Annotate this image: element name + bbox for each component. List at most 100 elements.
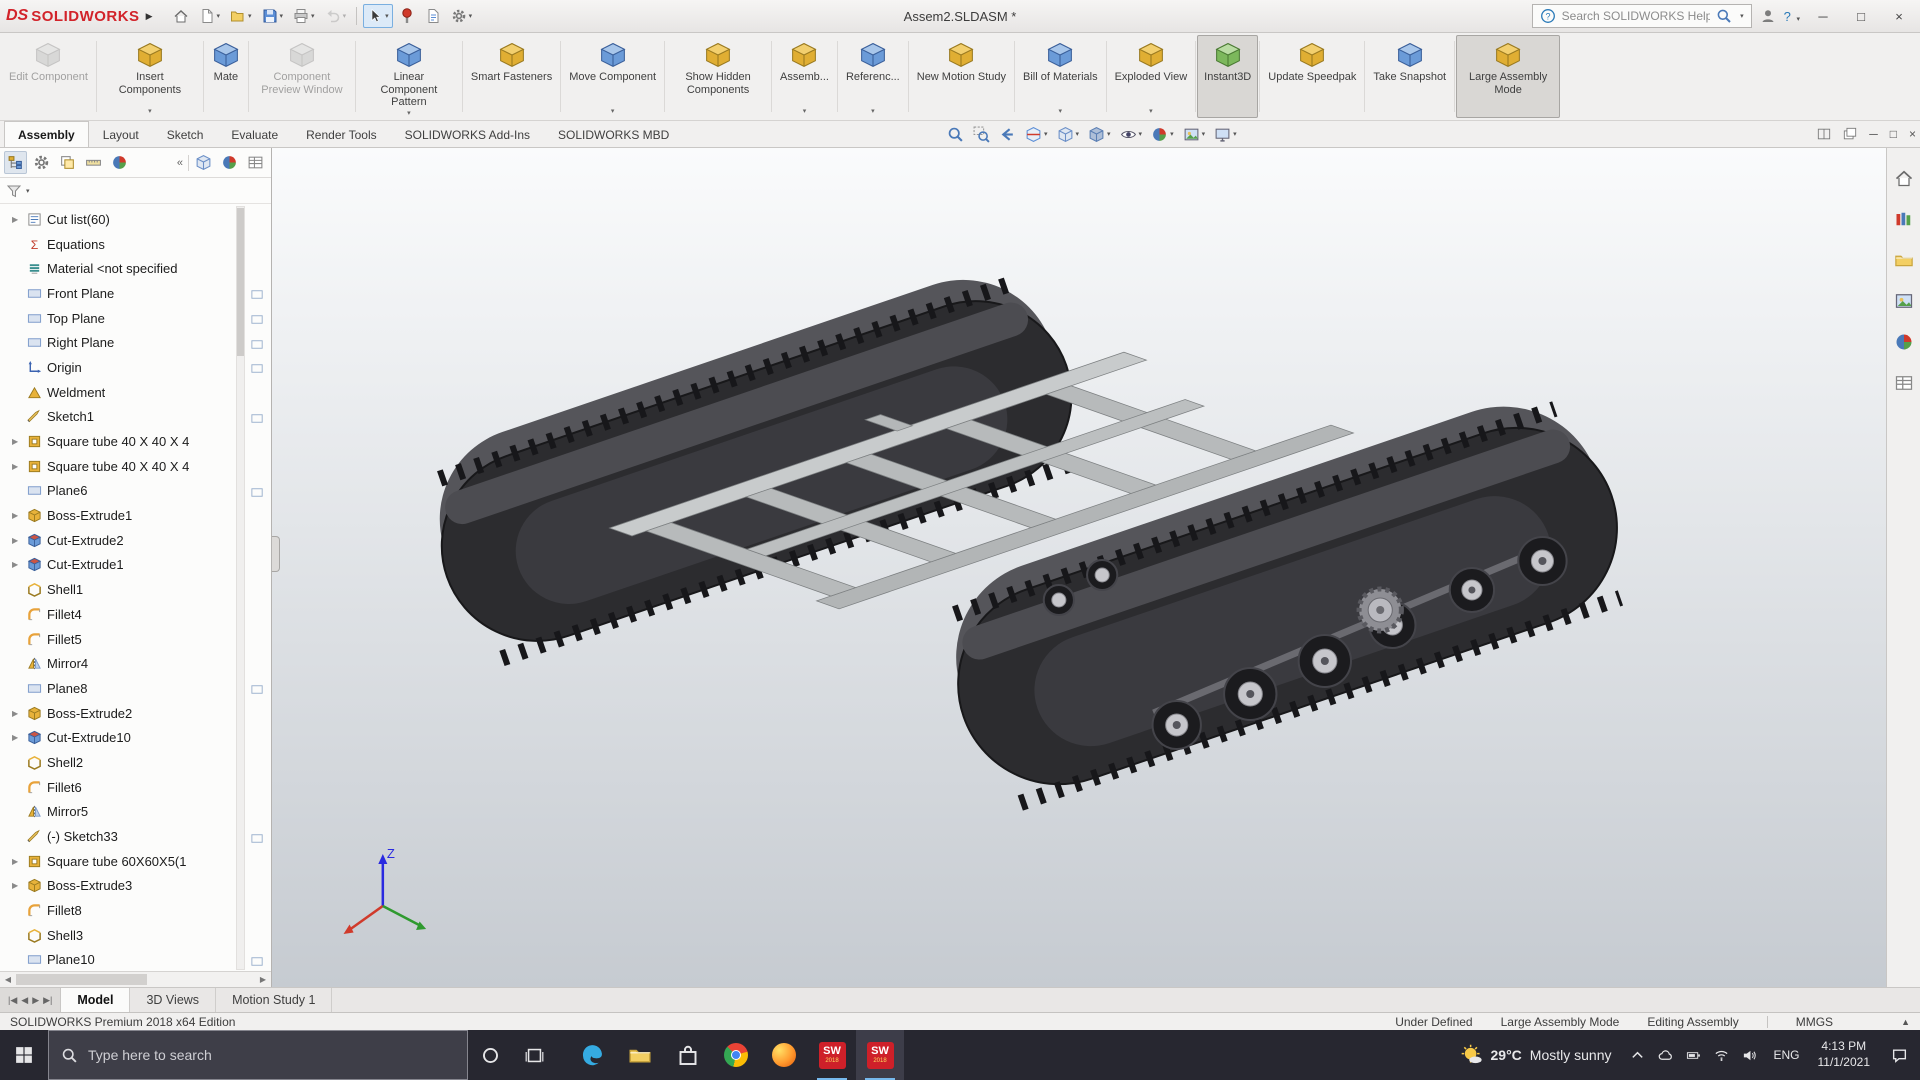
command-tab-layout[interactable]: Layout <box>89 121 153 147</box>
qat-rebuild-button[interactable] <box>395 4 419 28</box>
ribbon-button-referenc[interactable]: Referenc...▾ <box>839 35 907 118</box>
qat-select-button[interactable]: ▾ <box>363 4 393 28</box>
view-orientation-button[interactable]: ▾ <box>1055 125 1082 144</box>
start-button[interactable] <box>0 1030 48 1080</box>
panel-splitter-handle[interactable] <box>272 536 280 572</box>
dropdown-arrow-icon[interactable]: ▾ <box>280 12 284 20</box>
qat-home-button[interactable] <box>169 4 193 28</box>
zoom-to-fit-button[interactable] <box>945 125 966 144</box>
task-pane-appearances-scenes-button[interactable] <box>1894 332 1914 357</box>
next-tab-arrow-icon[interactable]: ▶ <box>32 995 39 1006</box>
task-pane-solidworks-resources-button[interactable] <box>1894 168 1914 193</box>
expand-arrow-icon[interactable]: ▶ <box>12 733 27 742</box>
scrollbar-track[interactable] <box>16 972 255 987</box>
document-tab-model[interactable]: Model <box>61 988 130 1012</box>
doc-restore-button[interactable]: □ <box>1890 127 1897 141</box>
doc-minimize-button[interactable]: ─ <box>1869 127 1878 141</box>
expand-arrow-icon[interactable]: ▶ <box>12 709 27 718</box>
tray-chevron-up-button[interactable] <box>1623 1048 1651 1063</box>
document-tab-motion-study-1[interactable]: Motion Study 1 <box>216 988 332 1012</box>
task-pane-custom-properties-button[interactable] <box>1894 373 1914 398</box>
ribbon-button-assemb[interactable]: Assemb...▾ <box>773 35 836 118</box>
ribbon-button-insert-components[interactable]: Insert Components▾ <box>98 35 202 118</box>
doc-close-button[interactable]: × <box>1909 127 1916 141</box>
command-tab-render-tools[interactable]: Render Tools <box>292 121 391 147</box>
expand-arrow-icon[interactable]: ▶ <box>12 437 27 446</box>
expand-arrow-icon[interactable]: ▶ <box>12 462 27 471</box>
tree-item-boss-extrude3[interactable]: ▶Boss-Extrude3 <box>0 874 271 899</box>
dropdown-arrow-icon[interactable]: ▾ <box>1107 130 1111 138</box>
taskbar-search-box[interactable]: Type here to search <box>48 1030 468 1080</box>
help-menu[interactable]: ? ▾ <box>1784 9 1800 24</box>
tree-item-plane10[interactable]: Plane10 <box>0 948 271 971</box>
filter-dropdown-arrow-icon[interactable]: ▾ <box>26 187 30 195</box>
tree-item-shell3[interactable]: Shell3 <box>0 923 271 948</box>
section-view-button[interactable]: ▾ <box>1023 125 1050 144</box>
command-tab-solidworks-add-ins[interactable]: SOLIDWORKS Add-Ins <box>391 121 544 147</box>
task-pane-view-palette-button[interactable] <box>1894 291 1914 316</box>
taskbar-app-edge[interactable] <box>568 1030 616 1080</box>
tree-item-boss-extrude1[interactable]: ▶Boss-Extrude1 <box>0 503 271 528</box>
fm-tab-displaymanager[interactable] <box>108 151 131 174</box>
ribbon-button-bill-of-materials[interactable]: Bill of Materials▾ <box>1016 35 1105 118</box>
tree-item-mirror4[interactable]: Mirror4 <box>0 651 271 676</box>
edit-appearance-button[interactable]: ▾ <box>1149 125 1176 144</box>
tree-item-cut-extrude10[interactable]: ▶Cut-Extrude10 <box>0 725 271 750</box>
ribbon-button-smart-fasteners[interactable]: Smart Fasteners <box>464 35 559 118</box>
fm-display-pane-appearance-button[interactable] <box>218 151 241 174</box>
expand-arrow-icon[interactable]: ▶ <box>12 511 27 520</box>
dropdown-arrow-icon[interactable]: ▾ <box>1170 130 1174 138</box>
tree-horizontal-scrollbar[interactable]: ◀ ▶ <box>0 971 271 987</box>
display-style-button[interactable]: ▾ <box>1086 125 1113 144</box>
tray-battery-button[interactable] <box>1679 1048 1707 1063</box>
fm-tab-featuremanager[interactable] <box>4 151 27 174</box>
tree-item-shell2[interactable]: Shell2 <box>0 750 271 775</box>
tree-item-equations[interactable]: ΣEquations <box>0 232 271 257</box>
dropdown-arrow-icon[interactable]: ▾ <box>1233 130 1237 138</box>
previous-view-button[interactable] <box>997 125 1018 144</box>
ribbon-button-edit-component[interactable]: Edit Component <box>2 35 95 118</box>
status-expand-icon[interactable]: ▲ <box>1901 1017 1910 1027</box>
tree-item-cut-extrude1[interactable]: ▶Cut-Extrude1 <box>0 553 271 578</box>
fm-tab-propertymanager[interactable] <box>30 151 53 174</box>
expand-arrow-icon[interactable]: ▶ <box>12 881 27 890</box>
dropdown-arrow-icon[interactable]: ▾ <box>1059 107 1063 115</box>
ribbon-button-exploded-view[interactable]: Exploded View▾ <box>1108 35 1195 118</box>
action-center-button[interactable] <box>1878 1047 1920 1064</box>
split-view-icon[interactable] <box>1817 127 1831 141</box>
minimize-button[interactable]: ─ <box>1808 4 1838 28</box>
scrollbar-thumb[interactable] <box>237 208 244 356</box>
tree-item-plane8[interactable]: Plane8 <box>0 676 271 701</box>
hide-show-items-button[interactable]: ▾ <box>1118 125 1145 144</box>
dropdown-arrow-icon[interactable]: ▾ <box>343 12 347 20</box>
expand-arrow-icon[interactable]: ▶ <box>12 560 27 569</box>
dropdown-arrow-icon[interactable]: ▾ <box>1076 130 1080 138</box>
command-tab-assembly[interactable]: Assembly <box>4 121 89 147</box>
task-pane-file-explorer-button[interactable] <box>1894 250 1914 275</box>
dropdown-arrow-icon[interactable]: ▾ <box>1202 130 1206 138</box>
fm-tab-dimxpertmanager[interactable] <box>82 151 105 174</box>
taskbar-app-store[interactable] <box>664 1030 712 1080</box>
model-3d[interactable]: Z <box>272 148 1886 987</box>
fm-display-pane-grid-button[interactable] <box>244 151 267 174</box>
ribbon-button-large-assembly-mode[interactable]: Large Assembly Mode <box>1456 35 1560 118</box>
first-tab-arrow-icon[interactable]: |◀ <box>8 995 17 1006</box>
tree-item-mirror5[interactable]: Mirror5 <box>0 800 271 825</box>
dropdown-arrow-icon[interactable]: ▾ <box>871 107 875 115</box>
expand-arrow-icon[interactable]: ▶ <box>12 536 27 545</box>
tray-cloud-button[interactable] <box>1651 1048 1679 1063</box>
tree-item-sketch1[interactable]: Sketch1 <box>0 405 271 430</box>
dropdown-arrow-icon[interactable]: ▾ <box>1044 130 1048 138</box>
task-view-button[interactable] <box>512 1030 556 1080</box>
units-selector[interactable]: MMGS <box>1796 1015 1833 1029</box>
taskbar-app-chrome[interactable] <box>712 1030 760 1080</box>
tree-item-cut-extrude2[interactable]: ▶Cut-Extrude2 <box>0 528 271 553</box>
tree-item-fillet6[interactable]: Fillet6 <box>0 775 271 800</box>
ribbon-button-component-preview-window[interactable]: Component Preview Window <box>250 35 354 118</box>
dropdown-arrow-icon[interactable]: ▾ <box>217 12 221 20</box>
qat-new-document-button[interactable]: ▾ <box>195 4 225 28</box>
qat-file-properties-button[interactable] <box>421 4 445 28</box>
drive-sprocket[interactable] <box>1359 589 1401 631</box>
search-icon[interactable] <box>1716 8 1732 24</box>
dropdown-arrow-icon[interactable]: ▾ <box>407 109 411 117</box>
